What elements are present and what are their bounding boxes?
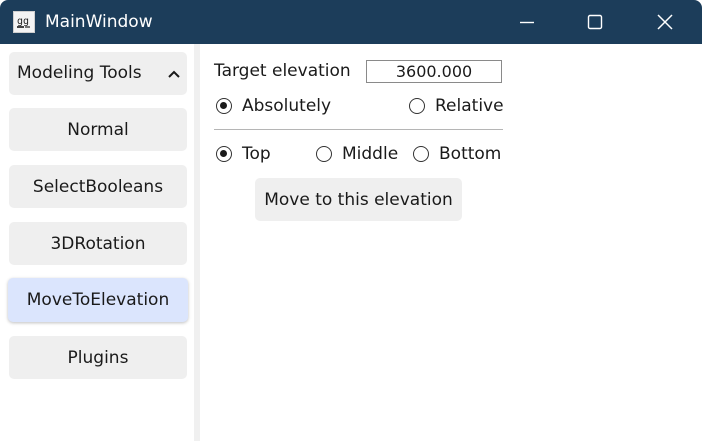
svg-text:gg: gg (17, 16, 29, 27)
radio-absolutely-label[interactable]: Absolutely (242, 96, 331, 116)
radio-absolutely[interactable] (216, 98, 232, 114)
maximize-icon (587, 14, 603, 30)
tool-button-movetoelevation[interactable]: MoveToElevation (8, 278, 188, 322)
tool-button-selectbooleans[interactable]: SelectBooleans (9, 165, 187, 208)
radio-checked-dot (220, 150, 227, 157)
radio-relative-label[interactable]: Relative (435, 96, 504, 116)
radio-middle-label[interactable]: Middle (342, 144, 398, 164)
radio-middle[interactable] (316, 146, 332, 162)
app-icon: gg (13, 11, 35, 33)
close-button[interactable] (630, 0, 700, 44)
section-title: Modeling Tools (17, 63, 142, 83)
radio-relative[interactable] (409, 98, 425, 114)
sidebar-splitter[interactable] (194, 44, 200, 441)
radio-bottom[interactable] (413, 146, 429, 162)
radio-top[interactable] (216, 146, 232, 162)
main-window: gg MainWindow Modeling Tools Normal Sele… (0, 0, 702, 441)
window-title: MainWindow (45, 12, 153, 32)
target-elevation-input[interactable] (366, 60, 502, 83)
radio-checked-dot (220, 102, 227, 109)
close-icon (657, 14, 673, 30)
move-to-elevation-button[interactable]: Move to this elevation (255, 178, 462, 221)
title-bar: gg MainWindow (0, 0, 702, 44)
target-elevation-label: Target elevation (214, 61, 351, 81)
chevron-up-icon (168, 70, 180, 78)
minimize-button[interactable] (492, 0, 562, 44)
minimize-icon (520, 21, 534, 24)
tool-button-3drotation[interactable]: 3DRotation (9, 222, 187, 265)
separator-line (214, 129, 503, 130)
modeling-tools-header[interactable]: Modeling Tools (9, 52, 187, 95)
maximize-button[interactable] (560, 0, 630, 44)
tool-button-normal[interactable]: Normal (9, 108, 187, 151)
radio-top-label[interactable]: Top (242, 144, 271, 164)
tool-button-plugins[interactable]: Plugins (9, 336, 187, 379)
radio-bottom-label[interactable]: Bottom (439, 144, 501, 164)
